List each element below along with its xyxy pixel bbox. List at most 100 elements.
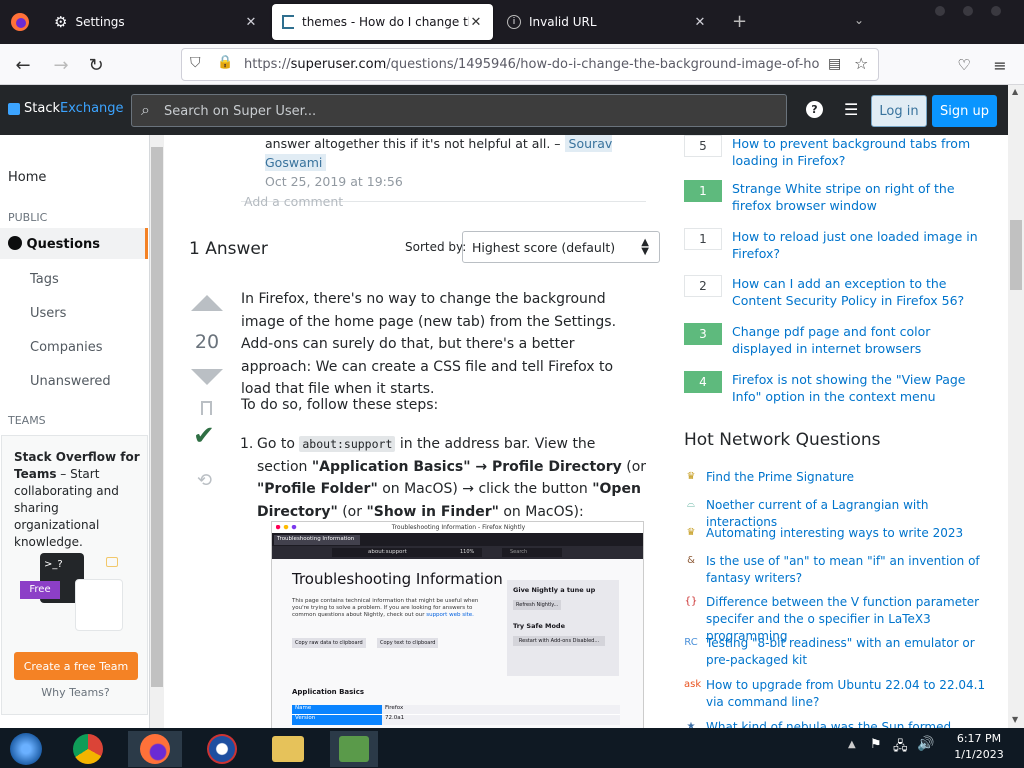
related-title[interactable]: How can I add an exception to the Conten… xyxy=(732,275,987,309)
tray-chevron-icon[interactable]: ▲ xyxy=(848,739,856,750)
hamburger-menu-icon[interactable]: ≡ xyxy=(987,52,1013,78)
create-team-button[interactable]: Create a free Team xyxy=(14,652,138,680)
reader-view-icon[interactable]: ▤ xyxy=(828,56,841,72)
history-icon[interactable]: ⟲ xyxy=(197,470,212,491)
sidebar-item-tags[interactable]: Tags xyxy=(0,272,148,287)
related-title[interactable]: Firefox is not showing the "View Page In… xyxy=(732,371,987,405)
folder-icon xyxy=(272,736,304,762)
sidebar-item-home[interactable]: Home xyxy=(0,170,148,185)
bookmark-star-icon[interactable]: ☆ xyxy=(854,54,868,73)
tab-themes[interactable]: themes - How do I change the b ✕ xyxy=(272,4,493,40)
sidebar-item-companies[interactable]: Companies xyxy=(0,340,148,355)
inline-code: about:support xyxy=(299,436,396,452)
new-tab-icon[interactable]: + xyxy=(732,11,747,32)
minimize-icon[interactable] xyxy=(935,6,945,16)
chat-bubble-icon xyxy=(106,557,118,567)
maximize-icon[interactable] xyxy=(963,6,973,16)
help-icon[interactable]: ? xyxy=(806,101,823,118)
scrollbar-thumb[interactable] xyxy=(151,147,163,687)
related-title[interactable]: How to prevent background tabs from load… xyxy=(732,135,987,169)
screenshot-refresh-button: Refresh Nightly... xyxy=(513,600,562,610)
signup-button[interactable]: Sign up xyxy=(932,95,997,127)
clock-time: 6:17 PM xyxy=(956,732,1002,745)
related-title[interactable]: Change pdf page and font color displayed… xyxy=(732,323,987,357)
close-tab-icon[interactable]: ✕ xyxy=(244,15,258,30)
back-icon[interactable]: ← xyxy=(10,52,36,78)
step-bold: "Application Basics" → Profile Directory xyxy=(311,458,622,475)
hot-question-title[interactable]: Testing "8-bit readiness" with an emulat… xyxy=(706,635,986,669)
bookmark-icon[interactable] xyxy=(201,401,212,415)
left-sidebar-scrollbar[interactable] xyxy=(150,135,164,728)
scrollbar-down-icon[interactable]: ▼ xyxy=(1012,715,1018,724)
sidebar-item-unanswered[interactable]: Unanswered xyxy=(0,374,148,389)
windows-taskbar: ▲ ⚑ 🖧 🔊 6:17 PM 1/1/2023 xyxy=(0,728,1024,768)
flag-icon[interactable]: ⚑ xyxy=(870,737,882,752)
close-tab-icon[interactable]: ✕ xyxy=(469,15,483,30)
sort-select[interactable]: Highest score (default) ▲ ▼ xyxy=(462,231,660,263)
chrome-icon[interactable] xyxy=(66,731,110,767)
step-bold: "Show in Finder" xyxy=(366,503,499,520)
clock[interactable]: 6:17 PM 1/1/2023 xyxy=(944,731,1014,763)
forward-icon[interactable]: → xyxy=(48,52,74,78)
site-search-input[interactable]: ⌕ Search on Super User... xyxy=(131,94,787,127)
close-tab-icon[interactable]: ✕ xyxy=(693,15,707,30)
codegolf-icon: ♛ xyxy=(686,471,696,482)
screenshot-tuneup-title: Give Nightly a tune up xyxy=(513,586,596,594)
screenshot-key: Version xyxy=(292,715,382,725)
hot-question-title[interactable]: How to upgrade from Ubuntu 22.04 to 22.0… xyxy=(706,677,986,711)
screenshot-copy-raw: Copy raw data to clipboard xyxy=(292,638,366,648)
screenshot-tuneup-box: Give Nightly a tune up Refresh Nightly..… xyxy=(507,580,619,676)
screenshot-value: Firefox xyxy=(382,705,620,714)
retro-icon: RC xyxy=(684,637,698,648)
why-teams-link[interactable]: Why Teams? xyxy=(2,686,149,699)
url-domain: superuser.com xyxy=(290,57,387,72)
scrollbar-up-icon[interactable]: ▲ xyxy=(1012,87,1018,96)
url-bar[interactable]: ⛉ 🔒 https://superuser.com/questions/1495… xyxy=(181,48,879,81)
hot-question-title[interactable]: Find the Prime Signature xyxy=(706,469,986,486)
tab-settings[interactable]: ⚙ Settings ✕ xyxy=(44,4,268,40)
screenshot-copy-text: Copy text to clipboard xyxy=(377,638,439,648)
screenshot-search: Search xyxy=(502,548,562,557)
app-taskbar-icon[interactable] xyxy=(200,731,244,767)
firefox-taskbar-icon[interactable] xyxy=(128,731,182,767)
add-comment-link[interactable]: Add a comment xyxy=(244,194,343,209)
stackexchange-logo[interactable]: Stack Exchange xyxy=(8,101,124,116)
related-title[interactable]: Strange White stripe on right of the fir… xyxy=(732,180,987,214)
hot-question-title[interactable]: Automating interesting ways to write 202… xyxy=(706,525,986,542)
english-icon: & xyxy=(687,555,695,566)
tab-invalid-url[interactable]: i Invalid URL ✕ xyxy=(497,4,717,40)
comment-date[interactable]: Oct 25, 2019 at 19:56 xyxy=(265,174,403,189)
related-title[interactable]: How to reload just one loaded image in F… xyxy=(732,228,987,262)
upvote-icon[interactable] xyxy=(191,295,223,311)
hot-question-title[interactable]: What kind of nebula was the Sun formed f… xyxy=(706,719,986,728)
reload-icon[interactable]: ↻ xyxy=(83,52,109,78)
network-logo-icon xyxy=(339,736,369,762)
scrollbar-thumb[interactable] xyxy=(1010,220,1022,290)
url-text[interactable]: https://superuser.com/questions/1495946/… xyxy=(244,57,819,72)
screenshot-dots-icon xyxy=(276,525,300,530)
comment-text: answer altogether this if it's not helpf… xyxy=(265,136,561,151)
close-window-icon[interactable] xyxy=(991,6,1001,16)
site-switcher-icon[interactable]: ☰ xyxy=(844,100,858,119)
answer-count: 1 Answer xyxy=(189,239,268,259)
list-tabs-icon[interactable]: ⌄ xyxy=(854,13,864,27)
file-explorer-icon[interactable] xyxy=(266,731,310,767)
sidebar-item-users[interactable]: Users xyxy=(0,306,148,321)
lock-icon[interactable]: 🔒 xyxy=(217,55,233,70)
network-icon[interactable]: 🖧 xyxy=(893,737,908,759)
downvote-icon[interactable] xyxy=(191,369,223,385)
login-button[interactable]: Log in xyxy=(871,95,927,127)
sidebar-item-questions[interactable]: Questions xyxy=(0,228,148,259)
network-app-icon[interactable] xyxy=(330,731,378,767)
shield-icon[interactable]: ⛉ xyxy=(190,55,201,71)
screenshot-link: support web site. xyxy=(426,612,474,618)
related-score: 4 xyxy=(684,371,722,393)
page-scrollbar[interactable]: ▲ ▼ xyxy=(1008,85,1024,728)
tab-label: themes - How do I change the b xyxy=(302,15,469,29)
related-score: 5 xyxy=(684,135,722,157)
start-button-icon[interactable] xyxy=(4,731,48,767)
firefox-menu-icon[interactable] xyxy=(10,12,30,32)
hot-question-title[interactable]: Is the use of "an" to mean "if" an inven… xyxy=(706,553,986,587)
volume-icon[interactable]: 🔊 xyxy=(917,736,934,752)
pocket-icon[interactable]: ♡ xyxy=(951,52,977,78)
